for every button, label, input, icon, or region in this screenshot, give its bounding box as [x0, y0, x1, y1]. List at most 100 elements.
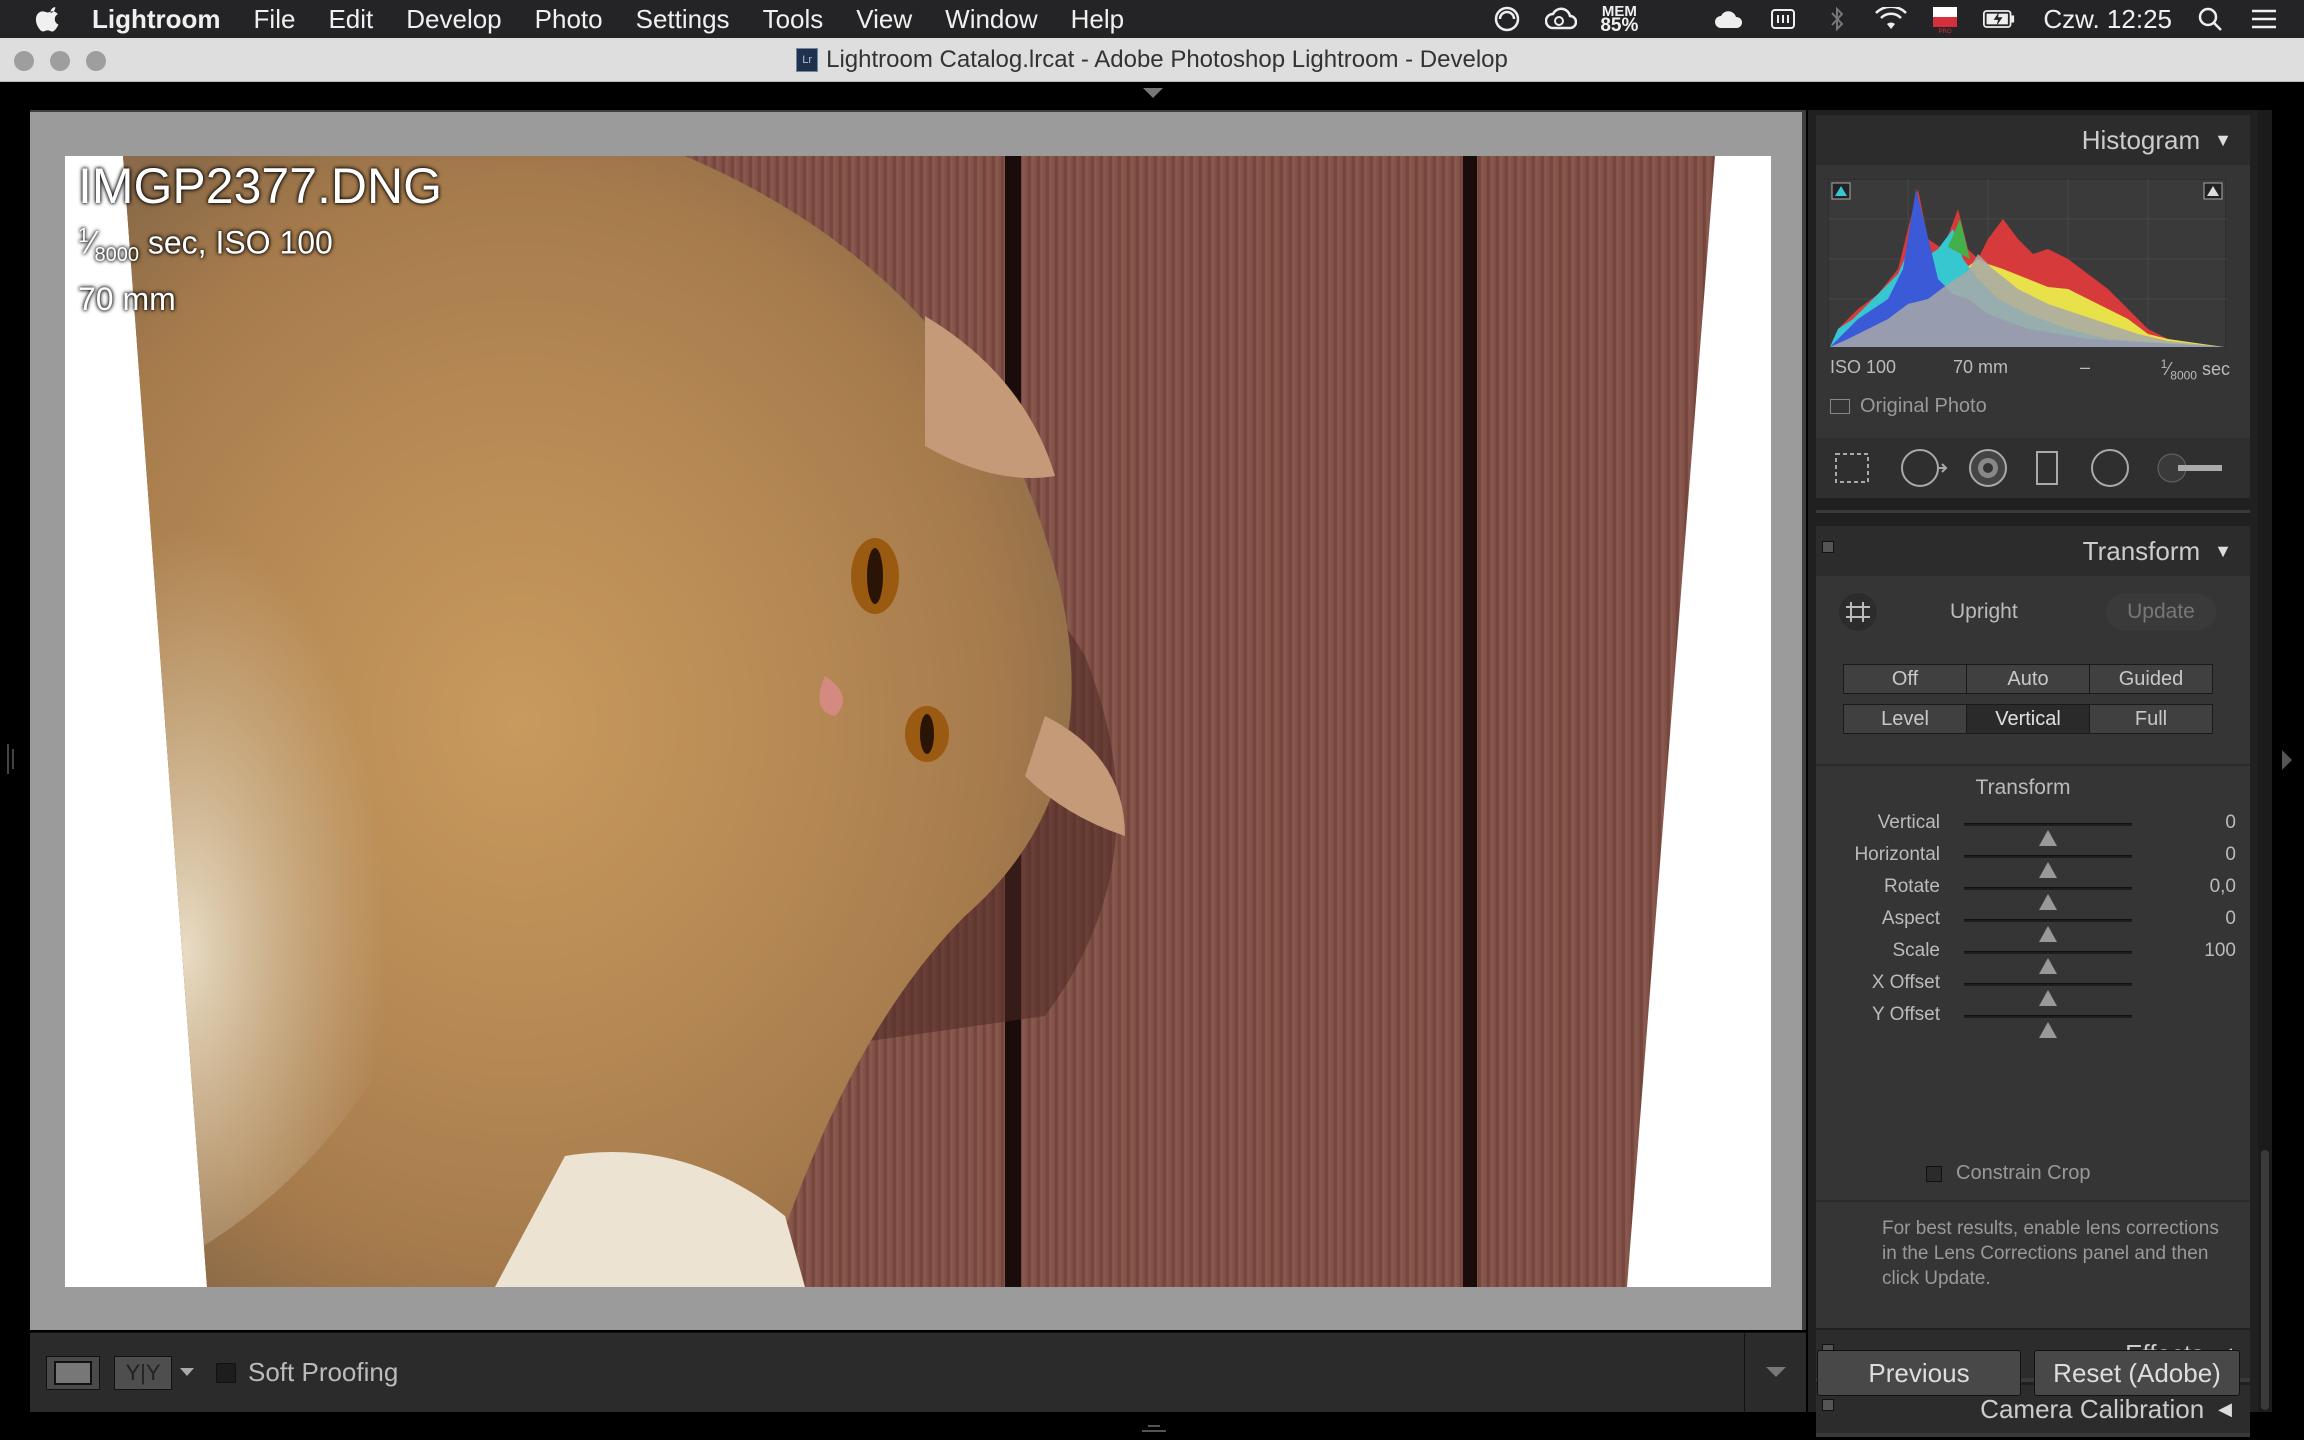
soft-proofing-checkbox[interactable]	[216, 1362, 236, 1383]
menu-view[interactable]: View	[856, 4, 912, 35]
histogram-panel: ISO 100 70 mm – 1⁄8000 sec Original Phot…	[1816, 165, 2250, 481]
slider-track[interactable]	[1964, 887, 2132, 910]
slider-horizontal: Horizontal 0	[1816, 840, 2236, 878]
red-eye-icon[interactable]	[1966, 446, 2010, 490]
window-title: Lightroom Catalog.lrcat - Adobe Photosho…	[826, 45, 1508, 73]
update-button[interactable]: Update	[2106, 594, 2216, 630]
upright-mode-row-1: Off Auto Guided	[1843, 664, 2213, 694]
slider-track[interactable]	[1964, 983, 2132, 1006]
upright-auto-button[interactable]: Auto	[1967, 665, 2090, 693]
histogram-shutter-unit: sec	[2196, 359, 2230, 379]
menu-settings[interactable]: Settings	[636, 4, 730, 35]
menu-edit[interactable]: Edit	[328, 4, 373, 35]
slider-rotate: Rotate 0,0	[1816, 872, 2236, 910]
close-button[interactable]	[14, 51, 34, 71]
right-panel-toggle-icon[interactable]	[2280, 748, 2294, 772]
adjustment-brush-icon[interactable]	[2156, 448, 2228, 488]
histogram-focal: 70 mm	[1953, 357, 2009, 377]
histogram-title: Histogram	[2081, 124, 2201, 155]
spot-removal-icon[interactable]	[1898, 446, 1950, 490]
top-panel-toggle-strip[interactable]	[0, 82, 2304, 106]
transform-panel-switch[interactable]	[1822, 541, 1834, 553]
cloud-icon[interactable]	[1713, 5, 1745, 33]
chevron-down-icon[interactable]	[180, 1367, 194, 1378]
slider-track[interactable]	[1964, 1015, 2132, 1038]
slider-label: Aspect	[1881, 908, 1940, 929]
histogram-header[interactable]: Histogram ▼	[1816, 115, 2250, 165]
top-panel-triangle-icon[interactable]	[1143, 88, 1163, 100]
filmstrip-toggle-icon[interactable]	[1142, 1420, 1166, 1432]
battery-icon[interactable]	[1983, 5, 2015, 33]
menu-file[interactable]: File	[254, 4, 296, 35]
toolbar-menu-button[interactable]	[1744, 1333, 1806, 1413]
mem-value: 85%	[1600, 15, 1639, 36]
upright-label: Upright	[1950, 600, 2018, 623]
clock[interactable]: Czw. 12:25	[2043, 4, 2172, 35]
creative-cloud-icon[interactable]	[1545, 5, 1578, 33]
menu-app[interactable]: Lightroom	[92, 4, 221, 35]
slider-label: Vertical	[1877, 812, 1940, 833]
camera-calibration-panel-switch[interactable]	[1822, 1399, 1834, 1411]
upright-crop-icon[interactable]	[1838, 592, 1878, 632]
upright-level-button[interactable]: Level	[1844, 705, 1967, 733]
histogram-aperture: –	[2080, 357, 2091, 377]
camera-calibration-title: Camera Calibration	[1980, 1393, 2205, 1424]
slider-value[interactable]: 0	[2176, 844, 2236, 866]
apple-icon[interactable]	[34, 4, 64, 34]
slider-thumb[interactable]	[2039, 1022, 2057, 1038]
flag-icon[interactable]: PRO	[1929, 5, 1961, 34]
list-icon[interactable]	[2248, 5, 2280, 33]
histogram-iso: ISO 100	[1830, 357, 1897, 377]
menu-develop[interactable]: Develop	[406, 4, 501, 35]
slider-track[interactable]	[1964, 823, 2132, 846]
transform-header[interactable]: Transform ▼	[1816, 526, 2250, 576]
photo[interactable]	[65, 156, 1771, 1287]
slider-value[interactable]: 0	[2176, 908, 2236, 930]
slider-value[interactable]: 0	[2176, 812, 2236, 834]
crop-overlay-icon[interactable]	[1830, 448, 1874, 488]
upright-guided-button[interactable]: Guided	[2090, 665, 2212, 693]
wifi-icon[interactable]	[1875, 5, 1908, 33]
upright-vertical-button[interactable]: Vertical	[1967, 705, 2090, 733]
toolbar-dropdown-icon	[1765, 1367, 1786, 1377]
histogram-info: ISO 100 70 mm – 1⁄8000 sec	[1830, 357, 2230, 383]
zoom-button[interactable]	[86, 51, 106, 71]
reset-button[interactable]: Reset (Adobe)	[2034, 1350, 2240, 1396]
exposure-rest: sec, ISO 100	[138, 224, 333, 261]
menu-help[interactable]: Help	[1071, 4, 1124, 35]
slider-track[interactable]	[1964, 951, 2132, 974]
histogram-graph[interactable]	[1828, 179, 2226, 347]
keyboard-icon[interactable]	[1767, 5, 1799, 33]
slider-value[interactable]: 0,0	[2176, 876, 2236, 898]
before-after-button[interactable]: Y|Y	[114, 1355, 172, 1390]
radial-filter-icon[interactable]	[2088, 446, 2132, 490]
histogram-shutter-num: 1	[2160, 357, 2168, 371]
panel-separator	[1816, 1433, 2250, 1437]
original-photo-checkbox[interactable]	[1830, 399, 1850, 414]
upright-off-button[interactable]: Off	[1844, 665, 1967, 693]
bluetooth-icon[interactable]	[1821, 5, 1853, 33]
panel-scrollbar[interactable]	[2258, 110, 2272, 1412]
graduated-filter-icon[interactable]	[2032, 446, 2062, 490]
upright-full-button[interactable]: Full	[2090, 705, 2212, 733]
sync-icon[interactable]	[1491, 5, 1523, 33]
menu-window[interactable]: Window	[945, 4, 1037, 35]
slider-aspect: Aspect 0	[1816, 904, 2236, 942]
left-panel-toggle-icon[interactable]	[6, 744, 18, 774]
search-icon[interactable]	[2194, 5, 2226, 33]
tool-strip	[1816, 438, 2250, 498]
slider-value[interactable]: 100	[2176, 940, 2236, 962]
scrollbar-thumb[interactable]	[2261, 1150, 2269, 1410]
transform-title: Transform	[2082, 535, 2201, 566]
lightroom-doc-icon: Lr	[796, 47, 819, 72]
minimize-button[interactable]	[50, 51, 70, 71]
loupe-view-button[interactable]	[46, 1355, 100, 1390]
menu-tools[interactable]: Tools	[763, 4, 824, 35]
memory-icon[interactable]: MEM 85%	[1599, 4, 1639, 36]
slider-track[interactable]	[1964, 919, 2132, 942]
shutter-numerator: 1	[78, 225, 90, 247]
slider-track[interactable]	[1964, 855, 2132, 878]
constrain-crop-checkbox[interactable]	[1926, 1165, 1942, 1182]
previous-button[interactable]: Previous	[1817, 1350, 2021, 1396]
menu-photo[interactable]: Photo	[535, 4, 603, 35]
